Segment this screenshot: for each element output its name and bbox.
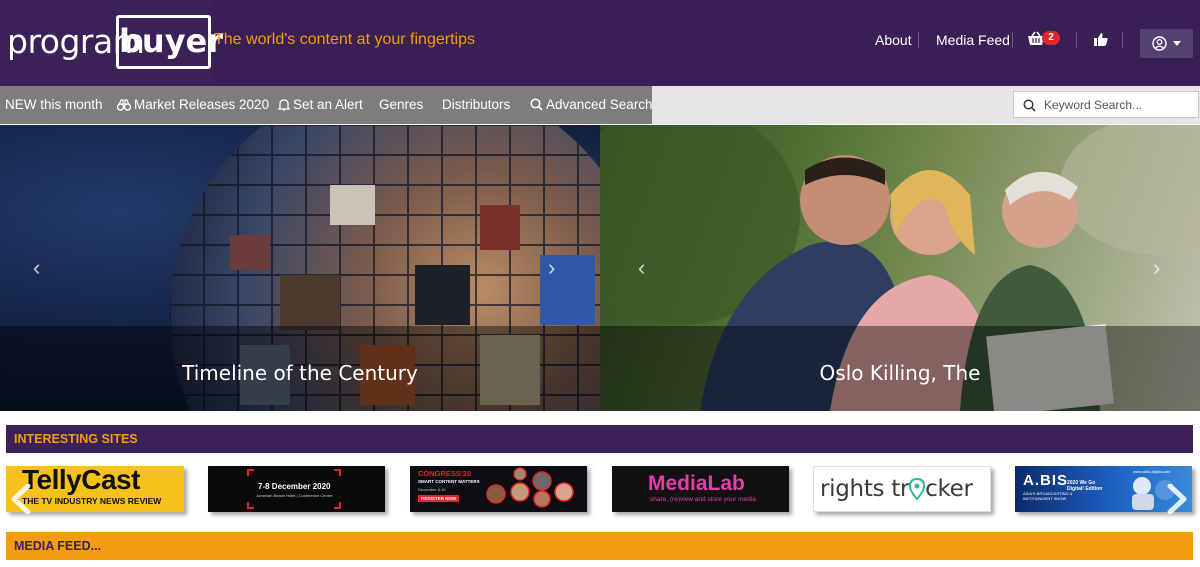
basket-count-badge: 2	[1042, 31, 1060, 45]
nav-item-label: Distributors	[442, 97, 511, 112]
sites-logo-strip: TellyCast THE TV INDUSTRY NEWS REVIEW 7-…	[0, 466, 1200, 520]
nav-item-label: Advanced Search	[546, 97, 653, 112]
nav-separator	[1076, 32, 1077, 48]
medialab-subtitle: share, (re)view and store your media	[650, 496, 756, 503]
bell-icon	[277, 99, 291, 111]
nav-genres[interactable]: Genres	[379, 97, 423, 112]
carousel-prev-arrow[interactable]: ‹	[33, 257, 47, 279]
nav-new-this-month[interactable]: NEW this month	[5, 97, 103, 112]
rights-tracker-wordmark: rights tr cker	[820, 476, 973, 502]
congress-logo-link[interactable]: CONGRESS'20 SMART CONTENT MATTERS Decemb…	[410, 466, 587, 512]
site-tagline: The world's content at your fingertips	[214, 31, 475, 48]
binoculars-icon	[116, 99, 132, 111]
media-feed-heading: MEDIA FEED...	[6, 532, 1193, 560]
interesting-sites-heading: INTERESTING SITES	[6, 425, 1193, 453]
carousel-prev-arrow[interactable]: ‹	[638, 257, 652, 279]
carousel-next-arrow[interactable]: ›	[548, 257, 562, 279]
search-icon	[1023, 99, 1036, 112]
december-event-venue: Jumeirah Beach Hotel | Conference Centre	[256, 493, 333, 498]
tellycast-title: TellyCast	[22, 466, 140, 495]
nav-market-releases[interactable]: Market Releases 2020	[116, 97, 270, 112]
congress-date: December 8-10	[418, 487, 446, 492]
user-circle-icon	[1152, 36, 1167, 51]
carousel-slide-oslo[interactable]: Oslo Killing, The ‹ ›	[600, 125, 1200, 411]
site-logo[interactable]: program buyer	[0, 0, 223, 86]
nav-item-label: Market Releases 2020	[134, 97, 270, 112]
december-event-logo-link[interactable]: 7-8 December 2020 Jumeirah Beach Hotel |…	[208, 466, 385, 512]
nav-about-link[interactable]: About	[875, 32, 912, 48]
abis-edition: 2020 We Go Digital! Edition	[1067, 480, 1103, 492]
nav-item-label: NEW this month	[5, 97, 103, 112]
nav-item-label: Set an Alert	[293, 97, 363, 112]
user-menu-button[interactable]	[1140, 29, 1193, 58]
thumbs-up-icon[interactable]	[1094, 32, 1108, 46]
nav-set-alert[interactable]: Set an Alert	[277, 97, 363, 112]
congress-title: CONGRESS'20	[418, 469, 472, 478]
logo-text-buyer: buyer	[116, 15, 223, 69]
search-icon	[530, 98, 543, 111]
congress-subtitle: SMART CONTENT MATTERS	[418, 479, 480, 484]
nav-item-label: Genres	[379, 97, 424, 112]
nav-separator	[1122, 32, 1123, 48]
tellycast-subtitle: THE TV INDUSTRY NEWS REVIEW	[22, 496, 162, 506]
nav-separator	[918, 32, 919, 48]
rights-tracker-logo-link[interactable]: rights tr cker	[813, 466, 991, 512]
nav-links: NEW this month Market Releases 2020 Set …	[0, 86, 653, 124]
chevron-down-icon	[1173, 41, 1181, 46]
keyword-search-input[interactable]	[1044, 95, 1194, 115]
nav-media-feed-link[interactable]: Media Feed	[936, 32, 1010, 48]
rights-tracker-text-right: cker	[925, 476, 973, 502]
site-header: program buyer The world's content at you…	[0, 0, 1200, 86]
tellycast-logo-link[interactable]: TellyCast THE TV INDUSTRY NEWS REVIEW	[6, 466, 184, 512]
medialab-logo-link[interactable]: MediaLab share, (re)view and store your …	[612, 466, 789, 512]
carousel-slide-timeline[interactable]: Timeline of the Century ‹ ›	[0, 125, 600, 411]
medialab-title: MediaLab	[648, 472, 745, 495]
carousel-next-arrow[interactable]: ›	[1153, 257, 1167, 279]
slide-caption-title[interactable]: Oslo Killing, The	[600, 361, 1200, 385]
slide-caption-title[interactable]: Timeline of the Century	[0, 361, 600, 385]
nav-advanced-search[interactable]: Advanced Search	[530, 97, 653, 112]
nav-separator	[1012, 32, 1013, 48]
nav-distributors[interactable]: Distributors	[442, 97, 510, 112]
rights-tracker-text-left: rights tr	[820, 476, 910, 502]
sites-next-arrow-icon[interactable]	[1166, 484, 1188, 514]
congress-register-button[interactable]: REGISTER NOW	[418, 495, 460, 502]
abis-subtitle: ASIA'S BROADCASTING & INFOTAINMENT SHOW	[1023, 491, 1073, 501]
sites-prev-arrow-icon[interactable]	[10, 484, 32, 514]
december-event-date: 7-8 December 2020	[258, 482, 331, 491]
abis-title: A.BIS	[1023, 472, 1069, 489]
speaker-portraits-image	[486, 467, 574, 508]
keyword-search-box[interactable]	[1013, 91, 1199, 118]
map-pin-icon	[909, 477, 926, 501]
